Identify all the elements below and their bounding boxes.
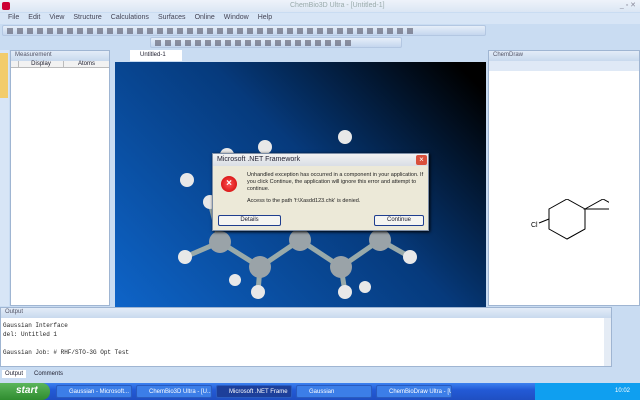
measurement-panel: Measurement Display Atoms <box>10 50 110 306</box>
task-gaussian-word[interactable]: Gaussian - Microsoft... <box>56 385 132 398</box>
close-icon[interactable]: × <box>416 155 427 165</box>
details-button[interactable]: Details <box>218 215 281 226</box>
chemdraw-structure: Cl <box>531 199 609 240</box>
menu-surfaces[interactable]: Surfaces <box>158 14 186 21</box>
output-tabs: Output Comments <box>0 368 640 380</box>
tab-output[interactable]: Output <box>2 370 27 378</box>
system-tray: 10:02 <box>535 383 640 400</box>
menu-edit[interactable]: Edit <box>28 14 40 21</box>
menu-file[interactable]: File <box>8 14 19 21</box>
output-line: del: Untitled 1 <box>3 331 58 338</box>
error-dialog: Microsoft .NET Framework × × Unhandled e… <box>212 153 429 231</box>
title-bar: ChemBio3D Ultra - [Untitled-1] _ ▫ ✕ <box>0 0 640 12</box>
task-chembio3d[interactable]: ChemBio3D Ultra - [U... <box>136 385 212 398</box>
menu-calculations[interactable]: Calculations <box>111 14 149 21</box>
app-icon <box>2 2 10 10</box>
output-scrollbar[interactable] <box>604 318 611 366</box>
dialog-title: Microsoft .NET Framework <box>213 154 428 166</box>
output-line: Gaussian Interface <box>3 322 68 329</box>
tab-comments[interactable]: Comments <box>34 371 63 377</box>
menu-structure[interactable]: Structure <box>73 14 101 21</box>
dialog-message: Unhandled exception has occurred in a co… <box>247 172 424 192</box>
start-button[interactable]: start <box>0 383 50 400</box>
secondary-toolbar[interactable] <box>150 37 402 48</box>
menu-window[interactable]: Window <box>224 14 249 21</box>
side-tab-strip[interactable] <box>0 50 9 306</box>
output-panel: Output Gaussian Interface del: Untitled … <box>0 307 612 367</box>
chemdraw-panel: ChemDraw Cl <box>488 50 640 306</box>
chemdraw-toolbar[interactable] <box>489 61 639 71</box>
error-icon: × <box>221 176 237 192</box>
task-gaussian-folder[interactable]: Gaussian <box>296 385 372 398</box>
output-line: Gaussian Job: # RHF/STO-3G Opt Test <box>3 349 130 356</box>
taskbar: start Gaussian - Microsoft... ChemBio3D … <box>0 383 640 400</box>
menu-view[interactable]: View <box>49 14 64 21</box>
window-controls[interactable]: _ ▫ ✕ <box>620 1 636 9</box>
chlorine-label: Cl <box>531 222 538 229</box>
task-net-framework[interactable]: Microsoft .NET Frame <box>216 385 292 398</box>
continue-button[interactable]: Continue <box>374 215 424 226</box>
dialog-detail: Access to the path 'f:\Xasdd123.chk' is … <box>247 198 361 204</box>
menu-bar: File Edit View Structure Calculations Surface… <box>0 13 640 24</box>
panel-title: Measurement <box>11 51 109 61</box>
tab-untitled-1[interactable]: Untitled-1 <box>130 50 182 61</box>
window-title: ChemBio3D Ultra - [Untitled-1] <box>290 2 385 9</box>
menu-online[interactable]: Online <box>195 14 215 21</box>
panel-title: ChemDraw <box>489 51 639 61</box>
clock: 10:02 <box>615 388 631 394</box>
output-title: Output <box>1 308 611 318</box>
column-atoms[interactable]: Atoms <box>64 61 109 67</box>
main-toolbar[interactable] <box>2 25 486 36</box>
task-chembiodraw[interactable]: ChemBioDraw Ultra - [Unt... <box>376 385 452 398</box>
column-display[interactable]: Display <box>19 61 64 67</box>
menu-help[interactable]: Help <box>258 14 272 21</box>
